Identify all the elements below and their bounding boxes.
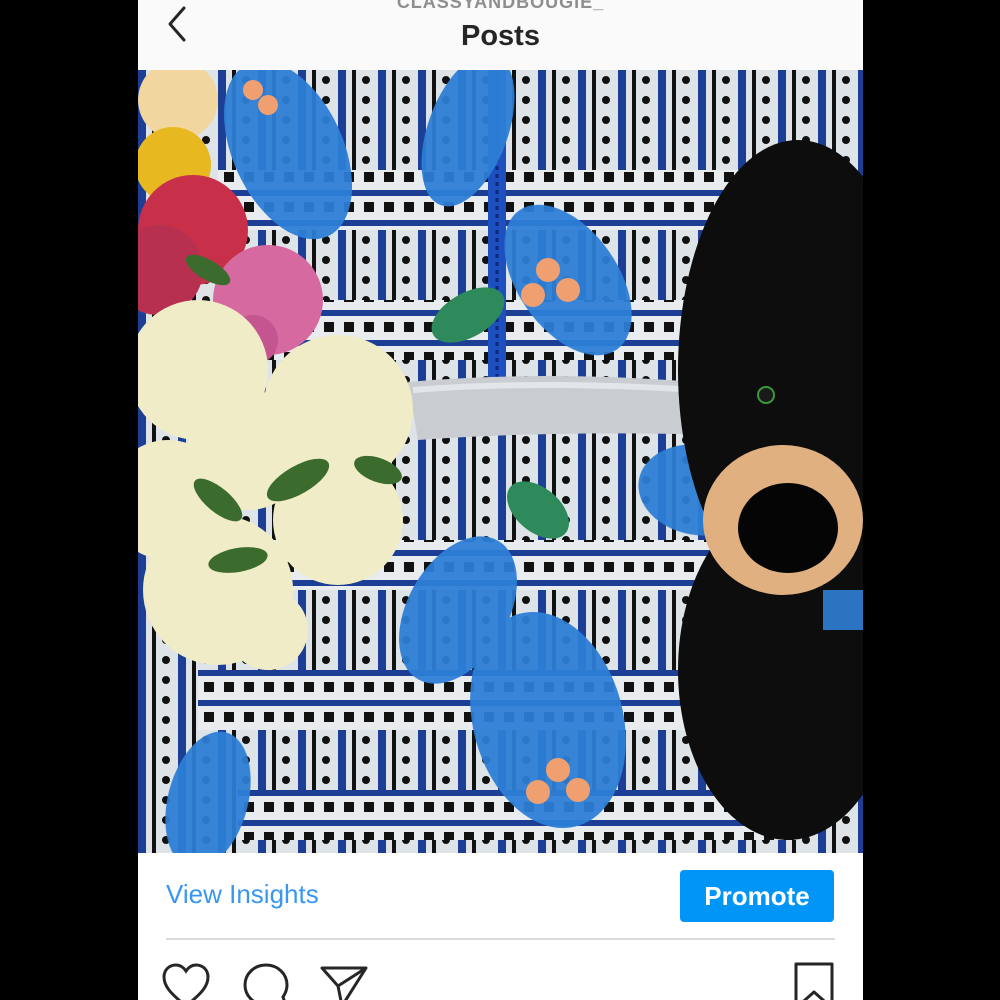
divider	[166, 938, 835, 940]
post-header: CLASSYANDBOUGIE_ Posts	[138, 0, 863, 70]
promote-button[interactable]: Promote	[680, 870, 834, 922]
post-photo[interactable]	[138, 70, 863, 853]
like-button[interactable]	[160, 960, 212, 1000]
heart-icon	[162, 963, 210, 1000]
share-icon	[320, 966, 368, 1000]
bookmark-icon	[794, 962, 834, 1000]
share-button[interactable]	[318, 960, 370, 1000]
instagram-post-screen: CLASSYANDBOUGIE_ Posts View Insights Pro…	[138, 0, 863, 1000]
insights-bar: View Insights Promote	[138, 853, 863, 940]
comment-icon	[243, 963, 289, 1000]
page-title: Posts	[461, 20, 540, 52]
view-insights-link[interactable]: View Insights	[166, 879, 319, 910]
account-username[interactable]: CLASSYANDBOUGIE_	[138, 0, 863, 13]
comment-button[interactable]	[240, 960, 292, 1000]
save-button[interactable]	[788, 960, 840, 1000]
